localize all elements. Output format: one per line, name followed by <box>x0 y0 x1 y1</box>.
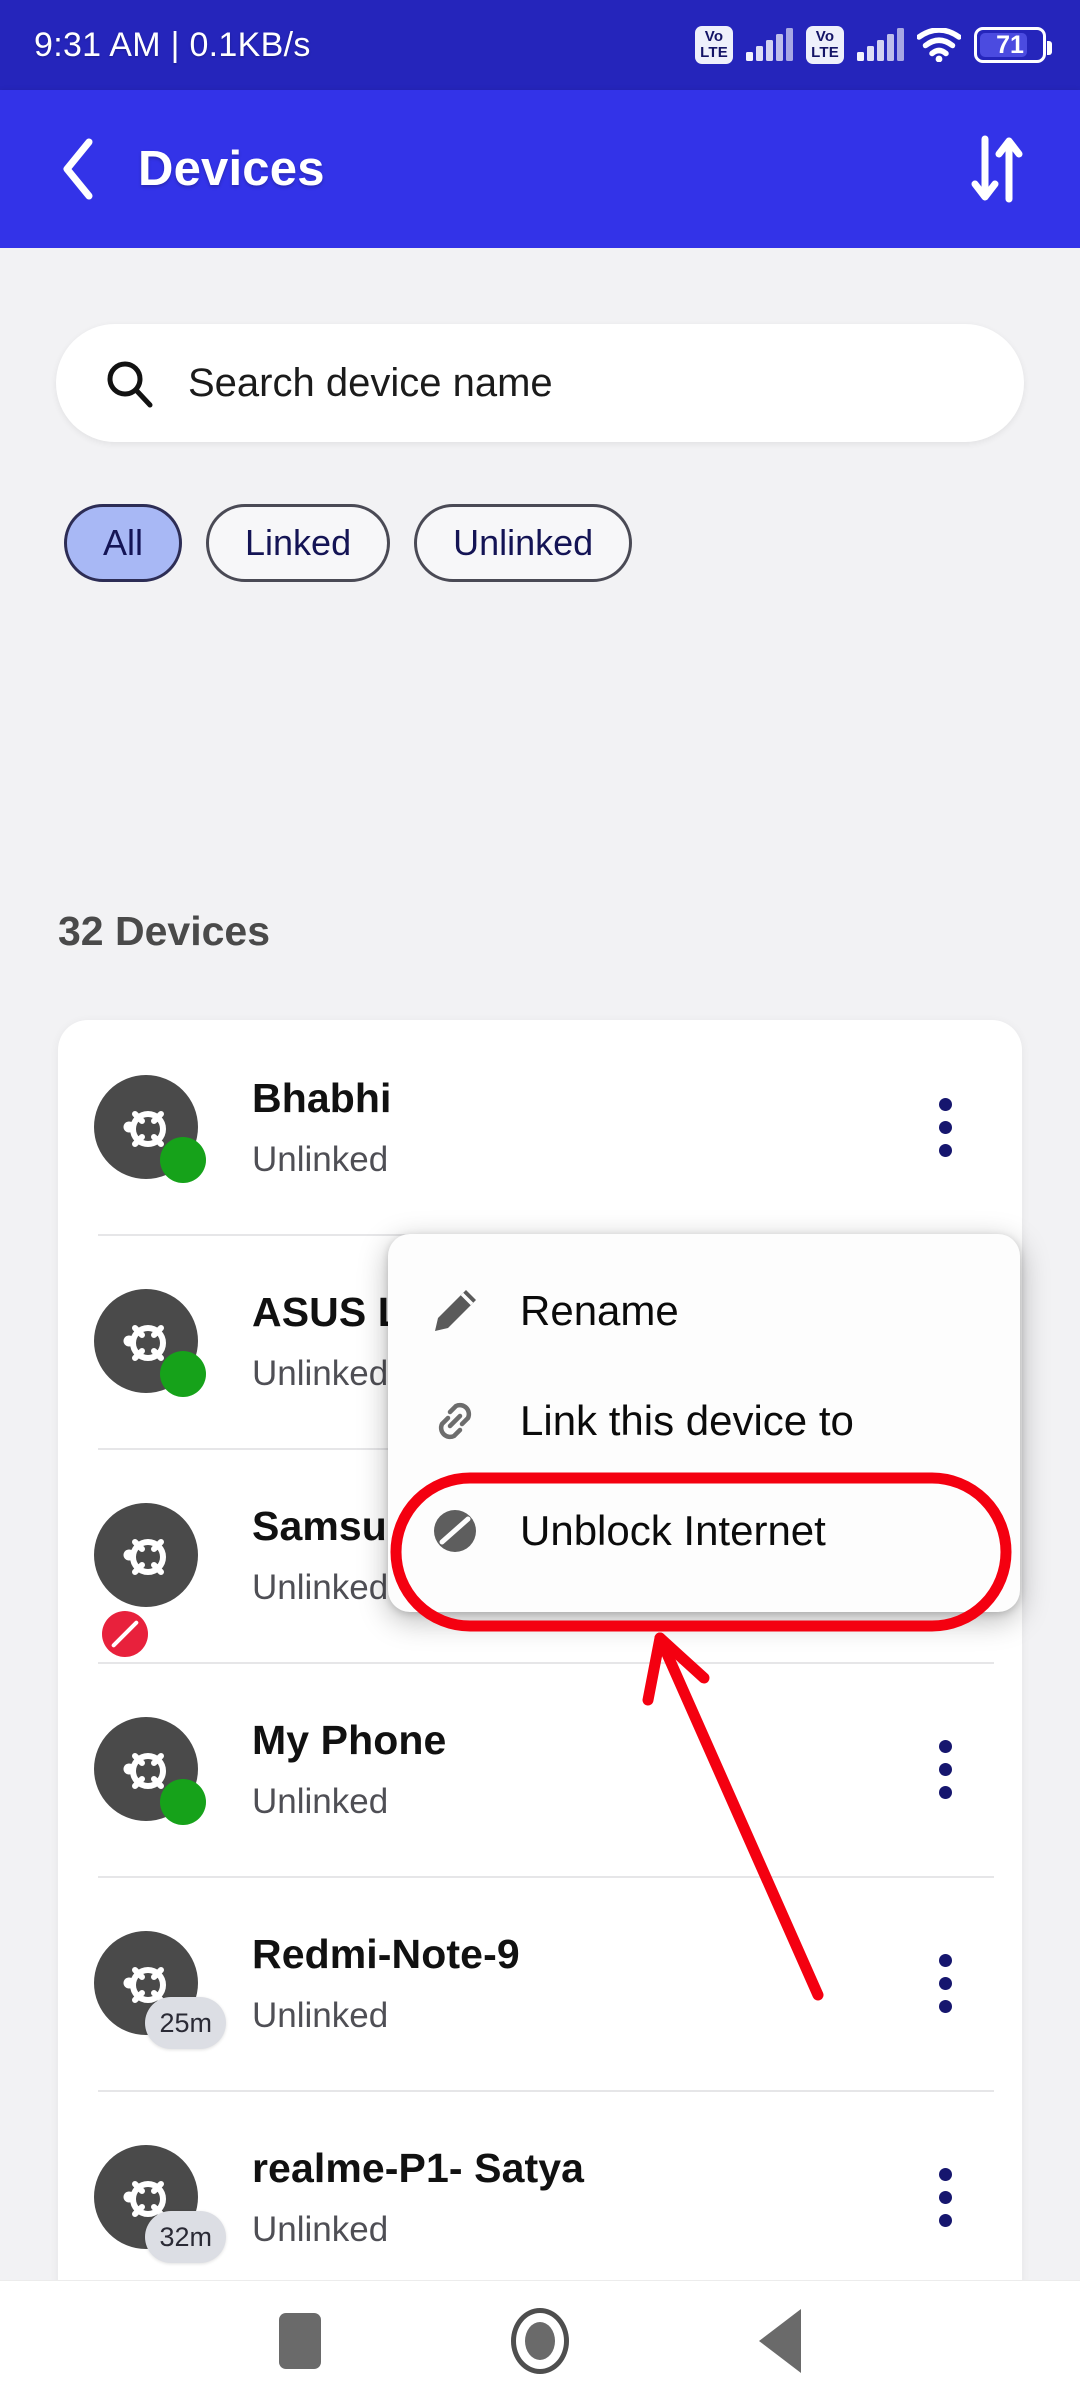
search-placeholder-text: Search device name <box>188 360 553 405</box>
volte-sim2-icon: Vo LTE <box>806 26 844 64</box>
back-button[interactable] <box>48 138 110 200</box>
menu-item-unblock-internet-label: Unblock Internet <box>520 1507 826 1554</box>
avatar: 32m <box>94 2145 226 2263</box>
device-name: realme-P1- Satya <box>252 2144 585 2191</box>
avatar <box>94 1289 206 1397</box>
table-row[interactable]: My Phone Unlinked <box>58 1662 1022 1876</box>
menu-item-unblock-internet[interactable]: Unblock Internet <box>388 1476 1020 1586</box>
sort-arrows-icon <box>971 135 1023 203</box>
filter-chip-all-label: All <box>103 522 144 563</box>
menu-item-link-device[interactable]: Link this device to <box>388 1366 1020 1476</box>
page-title: Devices <box>138 142 325 196</box>
wifi-icon <box>916 27 962 63</box>
volte-label-bottom: LTE <box>700 44 728 61</box>
row-overflow-menu-button[interactable] <box>912 1725 978 1813</box>
last-seen-badge: 25m <box>145 1997 226 2049</box>
device-count-label: 32 Devices <box>58 908 271 954</box>
avatar: 25m <box>94 1931 226 2049</box>
device-info: My Phone Unlinked <box>252 1717 446 1822</box>
table-row[interactable]: Bhabhi Unlinked <box>58 1020 1022 1234</box>
device-status: Unlinked <box>252 2209 389 2249</box>
square-recents-icon <box>279 2312 321 2369</box>
row-overflow-menu-button[interactable] <box>912 2153 978 2241</box>
pencil-icon <box>424 1284 486 1338</box>
status-dot-blocked <box>102 1611 148 1657</box>
volte-label-bottom-2: LTE <box>811 44 839 61</box>
status-dot-online <box>160 1779 206 1825</box>
avatar <box>94 1075 206 1183</box>
battery-percent-label: 71 <box>996 30 1024 59</box>
android-nav-bar <box>0 2280 1080 2400</box>
menu-item-rename[interactable]: Rename <box>388 1256 1020 1366</box>
chevron-left-icon <box>63 138 93 200</box>
filter-chip-unlinked[interactable]: Unlinked <box>414 504 633 582</box>
device-status: Unlinked <box>252 1139 389 1179</box>
filter-chip-unlinked-label: Unlinked <box>453 522 594 563</box>
search-icon <box>107 361 153 408</box>
filter-chip-linked-label: Linked <box>245 522 352 563</box>
app-bar: Devices <box>0 90 1080 248</box>
battery-icon: 71 <box>974 27 1052 63</box>
context-menu: Rename Link this device to Unblock Inter… <box>388 1234 1020 1612</box>
table-row[interactable]: 25m Redmi-Note-9 Unlinked <box>58 1876 1022 2090</box>
sort-button[interactable] <box>960 132 1034 206</box>
link-chain-icon <box>424 1394 486 1448</box>
device-info: realme-P1- Satya Unlinked <box>252 2145 584 2250</box>
volte-label-top-2: Vo <box>815 28 835 45</box>
row-overflow-menu-button[interactable] <box>912 1939 978 2027</box>
menu-item-rename-label: Rename <box>520 1287 679 1334</box>
volte-label-top: Vo <box>704 28 724 45</box>
filter-chip-linked[interactable]: Linked <box>206 504 391 582</box>
device-name: Redmi-Note-9 <box>252 1930 520 1977</box>
signal-bars-sim1-icon <box>746 28 793 61</box>
status-time-and-speed: 9:31 AM | 0.1KB/s <box>34 25 311 64</box>
volte-sim1-icon: Vo LTE <box>695 26 733 64</box>
device-status: Unlinked <box>252 1995 389 2035</box>
status-dot-online <box>160 1351 206 1397</box>
device-name: My Phone <box>252 1716 447 1763</box>
device-list: Bhabhi Unlinked ASUS Unlinked Samsung Un… <box>58 1020 1022 2280</box>
device-status: Unlinked <box>252 1781 389 1821</box>
filter-chip-group: All Linked Unlinked <box>64 504 633 582</box>
device-hub-icon <box>123 1539 166 1575</box>
filter-chip-all[interactable]: All <box>64 504 183 582</box>
avatar <box>94 1503 198 1657</box>
phone-screen: 9:31 AM | 0.1KB/s Vo LTE Vo LTE 71 Devic… <box>0 0 1080 2400</box>
status-bar: 9:31 AM | 0.1KB/s Vo LTE Vo LTE 71 <box>0 0 1080 90</box>
blocked-slash-icon <box>424 1504 486 1558</box>
row-overflow-menu-button[interactable] <box>912 1083 978 1171</box>
search-input[interactable]: Search device name <box>56 324 1024 442</box>
home-button[interactable] <box>492 2293 588 2389</box>
status-icons: Vo LTE Vo LTE 71 <box>695 26 1052 64</box>
circle-home-icon <box>511 2307 569 2374</box>
recents-button[interactable] <box>252 2293 348 2389</box>
menu-item-link-device-label: Link this device to <box>520 1397 854 1444</box>
status-dot-online <box>160 1137 206 1183</box>
device-info: Redmi-Note-9 Unlinked <box>252 1931 520 2036</box>
last-seen-badge: 32m <box>145 2211 226 2263</box>
device-info: Bhabhi Unlinked <box>252 1075 392 1180</box>
triangle-back-icon <box>759 2308 801 2373</box>
device-name: Bhabhi <box>252 1074 392 1121</box>
avatar <box>94 1717 206 1825</box>
signal-bars-sim2-icon <box>857 28 904 61</box>
back-nav-button[interactable] <box>732 2293 828 2389</box>
table-row[interactable]: 32m realme-P1- Satya Unlinked <box>58 2090 1022 2280</box>
